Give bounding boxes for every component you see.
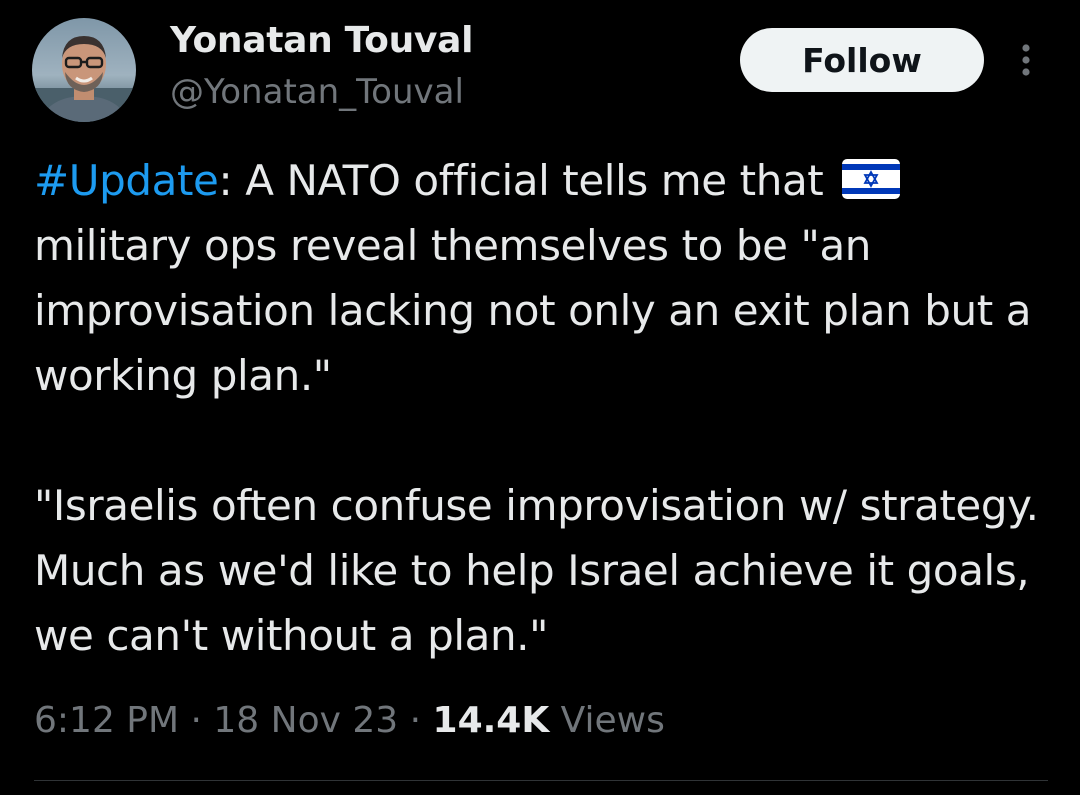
tweet-paragraph-2: "Israelis often confuse improvisation w/… xyxy=(34,481,1039,660)
views-label: Views xyxy=(549,700,665,741)
hashtag-link[interactable]: #Update xyxy=(34,156,219,205)
follow-button[interactable]: Follow xyxy=(740,28,984,92)
more-vertical-icon[interactable] xyxy=(1010,40,1042,80)
meta-separator: · xyxy=(179,700,214,741)
follow-button-label: Follow xyxy=(802,40,922,80)
tweet-time[interactable]: 6:12 PM xyxy=(34,700,179,741)
israel-flag-icon xyxy=(842,152,901,199)
author-handle[interactable]: @Yonatan_Touval xyxy=(170,72,464,112)
tweet-text-line1-continued: military ops reveal themselves to be "an… xyxy=(34,221,1032,400)
tweet-meta: 6:12 PM · 18 Nov 23 · 14.4K Views xyxy=(34,700,665,741)
profile-photo xyxy=(32,18,136,122)
tweet-text: #Update: A NATO official tells me that m… xyxy=(34,148,1044,668)
tweet-text-line1: : A NATO official tells me that xyxy=(218,156,837,205)
author-display-name[interactable]: Yonatan Touval xyxy=(170,20,473,61)
tweet-paragraph-1: #Update: A NATO official tells me that m… xyxy=(34,148,1044,408)
divider xyxy=(34,780,1048,781)
avatar[interactable] xyxy=(32,18,136,122)
views-count: 14.4K xyxy=(432,700,550,741)
more-vertical-icon-glyph xyxy=(1022,44,1030,76)
tweet-date[interactable]: 18 Nov 23 xyxy=(213,700,398,741)
meta-separator-2: · xyxy=(398,700,433,741)
